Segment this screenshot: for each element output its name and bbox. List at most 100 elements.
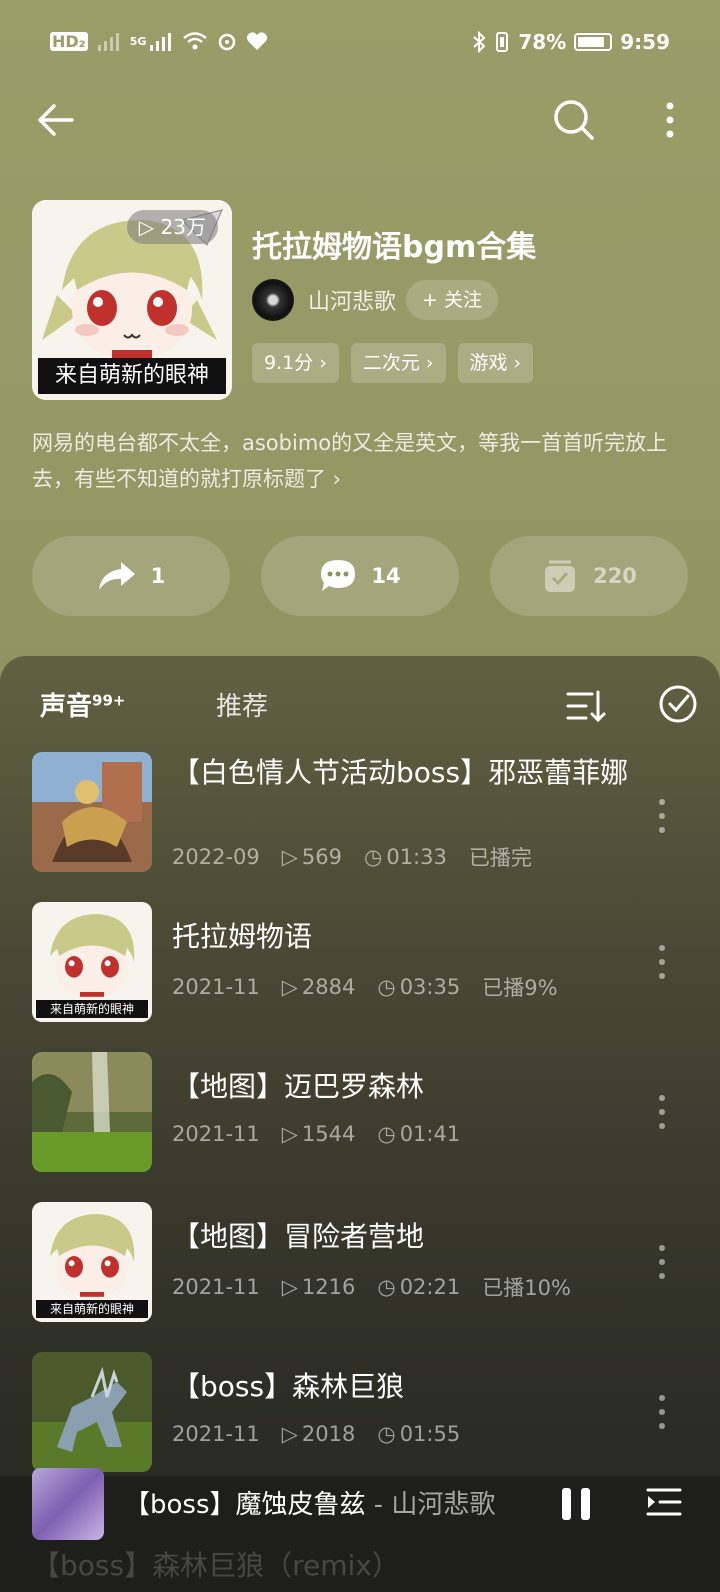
mini-player[interactable]: 【boss】森林巨狼（remix） 【boss】魔蚀皮鲁兹 - 山河悲歌 bbox=[0, 1468, 720, 1592]
track-row[interactable]: 来自萌新的眼神 【地图】冒险者营地 2021-11 ▷ 1216 ◷ 02:21 已… bbox=[0, 1202, 720, 1332]
track-date: 2021-11 bbox=[172, 975, 260, 999]
track-more-icon[interactable] bbox=[650, 1392, 674, 1432]
track-row[interactable]: 【地图】迈巴罗森林 2021-11 ▷ 1544 ◷ 01:41 bbox=[0, 1052, 720, 1182]
tag-anime[interactable]: 二次元 › bbox=[350, 343, 446, 383]
track-title: 【地图】迈巴罗森林 bbox=[172, 1070, 425, 1103]
battery-percent: 78% bbox=[518, 30, 567, 54]
forest-waterfall-thumb bbox=[32, 1052, 152, 1172]
track-meta: 2022-09 ▷ 569 ◷ 01:33 已播完 bbox=[172, 842, 532, 872]
track-plays: 1216 bbox=[301, 1275, 356, 1299]
tag-row: 9.1分 › 二次元 › 游戏 › bbox=[252, 343, 534, 383]
arrow-left-icon[interactable] bbox=[32, 96, 80, 144]
track-row[interactable]: 【白色情人节活动boss】邪恶蕾菲娜 2022-09 ▷ 569 ◷ 01:33 已… bbox=[0, 752, 720, 882]
clock: 9:59 bbox=[620, 30, 670, 54]
creator-row: 山河悲歌 + 关注 bbox=[252, 278, 498, 322]
track-more-icon[interactable] bbox=[650, 942, 674, 982]
tab-recommend[interactable]: 推荐 bbox=[216, 686, 268, 723]
track-meta: 2021-11 ▷ 1216 ◷ 02:21 已播10% bbox=[172, 1272, 571, 1302]
playlist-cover[interactable]: ▷ 23万 来自萌新的眼神 bbox=[32, 200, 232, 400]
network-5g-label: 5G bbox=[129, 34, 147, 48]
creator-avatar[interactable] bbox=[252, 279, 294, 321]
playlist-title: 托拉姆物语bgm合集 bbox=[252, 230, 537, 265]
app-bar bbox=[0, 90, 720, 150]
track-title: 托拉姆物语 bbox=[172, 920, 313, 953]
creator-name[interactable]: 山河悲歌 bbox=[308, 284, 396, 316]
track-duration: 01:55 bbox=[399, 1422, 461, 1446]
status-bar: HD₂ 5G 78% 9:59 bbox=[0, 20, 720, 66]
clock-icon: ◷ bbox=[377, 1122, 396, 1146]
sort-icon[interactable] bbox=[566, 686, 606, 726]
play-count-icon: ▷ bbox=[281, 1275, 298, 1299]
tag-score[interactable]: 9.1分 › bbox=[252, 343, 339, 383]
track-duration: 02:21 bbox=[399, 1275, 461, 1299]
battery-icon bbox=[574, 33, 613, 51]
collect-button[interactable]: 220 bbox=[490, 536, 688, 616]
game-scene-thumb bbox=[32, 752, 152, 872]
track-thumbnail bbox=[32, 1052, 152, 1172]
tab-sound-badge: 99+ bbox=[92, 691, 126, 710]
track-thumbnail: 来自萌新的眼神 bbox=[32, 902, 152, 1022]
track-list-panel: 声音99+ 推荐 【白色情人节活动boss】邪恶蕾菲娜 2022-09 ▷ 569… bbox=[0, 656, 720, 1592]
clock-icon: ◷ bbox=[377, 975, 396, 999]
playlist-description[interactable]: 网易的电台都不太全，asobimo的又全是英文，等我一首首听完放上去，有些不知道… bbox=[32, 425, 692, 497]
hd-indicator: HD₂ bbox=[50, 31, 88, 51]
track-duration: 01:33 bbox=[386, 845, 447, 869]
track-date: 2021-11 bbox=[172, 1275, 260, 1299]
track-title: 【白色情人节活动boss】邪恶蕾菲娜 bbox=[172, 756, 629, 789]
forest-wolf-thumb bbox=[32, 1352, 152, 1472]
track-thumbnail bbox=[32, 752, 152, 872]
track-row[interactable]: 来自萌新的眼神 托拉姆物语 2021-11 ▷ 2884 ◷ 03:35 已播9% bbox=[0, 902, 720, 1032]
next-track-ghost: 【boss】森林巨狼（remix） bbox=[32, 1549, 400, 1582]
play-count-icon: ▷ bbox=[281, 1422, 298, 1446]
track-duration: 03:35 bbox=[399, 975, 461, 999]
collect-count: 220 bbox=[593, 564, 637, 588]
track-status: 已播完 bbox=[468, 846, 532, 870]
more-vertical-icon[interactable] bbox=[650, 96, 690, 144]
comment-icon bbox=[321, 560, 356, 591]
now-playing-thumbnail[interactable] bbox=[32, 1468, 104, 1540]
share-button[interactable]: 1 bbox=[32, 536, 230, 616]
search-icon[interactable] bbox=[550, 96, 598, 144]
bluetooth-icon bbox=[473, 31, 486, 53]
follow-button[interactable]: + 关注 bbox=[406, 280, 498, 320]
comment-button[interactable]: 14 bbox=[261, 536, 459, 616]
now-playing-title[interactable]: 【boss】魔蚀皮鲁兹 - 山河悲歌 bbox=[124, 1484, 495, 1521]
now-playing-track: 【boss】魔蚀皮鲁兹 bbox=[124, 1490, 366, 1520]
tab-sound-label: 声音 bbox=[40, 692, 93, 722]
clock-icon: ◷ bbox=[377, 1422, 396, 1446]
signal-icon bbox=[97, 33, 119, 51]
play-count-icon: ▷ bbox=[281, 975, 298, 999]
thumb-caption: 来自萌新的眼神 bbox=[36, 1000, 148, 1018]
pause-icon[interactable] bbox=[560, 1486, 592, 1522]
track-plays: 1544 bbox=[301, 1122, 356, 1146]
playlist-queue-icon[interactable] bbox=[644, 1484, 684, 1524]
track-more-icon[interactable] bbox=[650, 1242, 674, 1282]
clock-icon: ◷ bbox=[377, 1275, 396, 1299]
vibrate-icon bbox=[496, 32, 509, 52]
play-count-icon: ▷ bbox=[281, 1122, 298, 1146]
track-meta: 2021-11 ▷ 1544 ◷ 01:41 bbox=[172, 1122, 460, 1146]
cover-play-count-text: 23万 bbox=[160, 215, 206, 239]
track-plays: 2018 bbox=[301, 1422, 356, 1446]
tab-sound[interactable]: 声音99+ bbox=[36, 686, 126, 730]
multi-select-icon[interactable] bbox=[656, 682, 700, 726]
share-icon bbox=[98, 562, 135, 590]
track-meta: 2021-11 ▷ 2018 ◷ 01:55 bbox=[172, 1422, 460, 1446]
track-date: 2021-11 bbox=[172, 1422, 260, 1446]
collect-icon bbox=[545, 560, 576, 592]
track-row[interactable]: 【boss】森林巨狼 2021-11 ▷ 2018 ◷ 01:55 bbox=[0, 1352, 720, 1482]
track-date: 2022-09 bbox=[172, 845, 260, 869]
clock-icon: ◷ bbox=[364, 845, 383, 869]
track-more-icon[interactable] bbox=[650, 796, 674, 836]
track-plays: 2884 bbox=[301, 975, 356, 999]
now-playing-artist: - 山河悲歌 bbox=[365, 1490, 496, 1520]
play-triangle-icon: ▷ bbox=[138, 215, 161, 239]
track-thumbnail bbox=[32, 1352, 152, 1472]
tag-game[interactable]: 游戏 › bbox=[457, 343, 534, 383]
track-title: 【boss】森林巨狼 bbox=[172, 1370, 405, 1403]
track-date: 2021-11 bbox=[172, 1122, 260, 1146]
track-more-icon[interactable] bbox=[650, 1092, 674, 1132]
action-row: 1 14 220 bbox=[32, 536, 688, 616]
netease-icon bbox=[219, 33, 236, 51]
status-left: HD₂ 5G bbox=[50, 30, 268, 52]
